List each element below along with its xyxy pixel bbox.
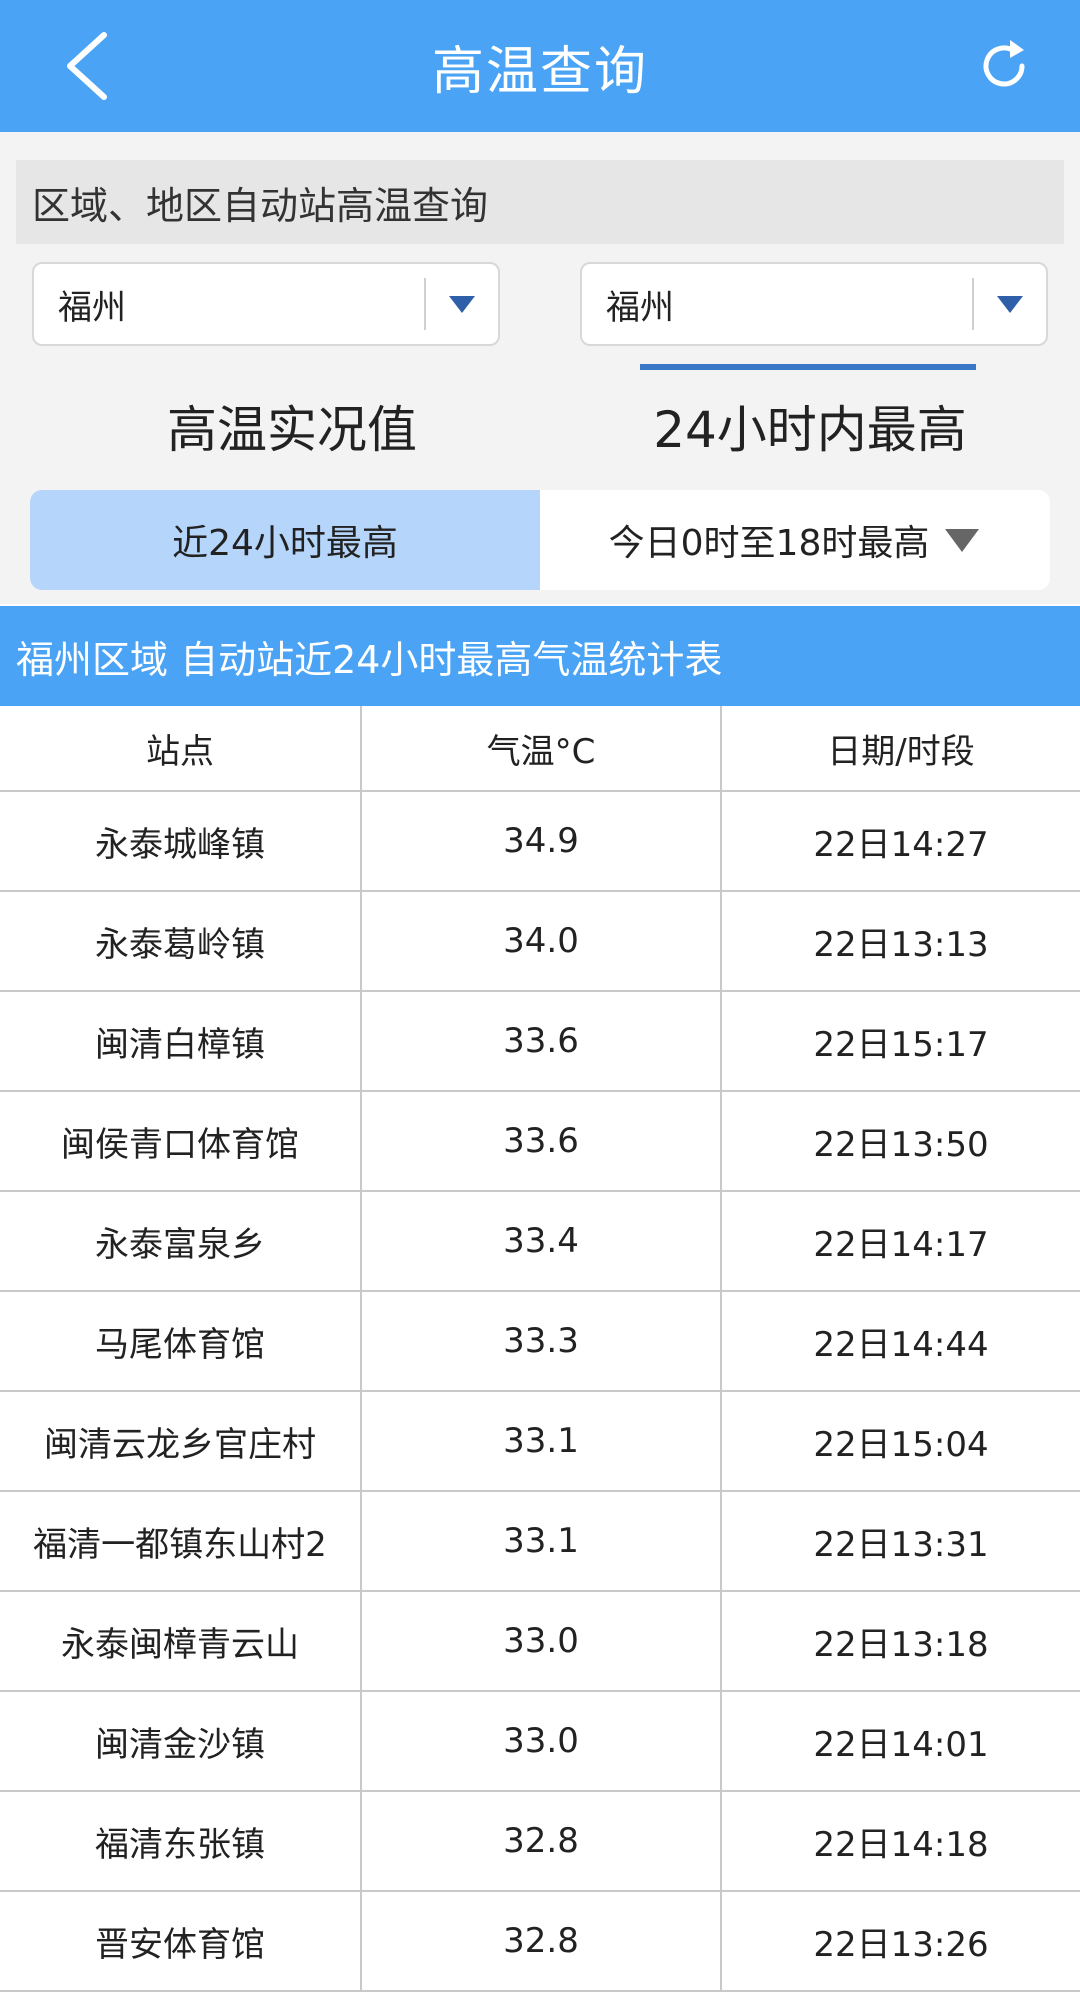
table-row[interactable]: 闽清云龙乡官庄村 33.1 22日15:04 — [0, 1392, 1080, 1492]
station-cell: 闽清白樟镇 — [0, 992, 362, 1090]
tab-realtime-high-temp[interactable]: 高温实况值 — [92, 370, 492, 482]
datetime-cell: 22日14:01 — [813, 1724, 989, 1765]
temperature-table: 站点 气温°C 日期/时段 永泰城峰镇 34.9 22日14:27 永泰葛岭镇 … — [0, 706, 1080, 1992]
subtab-label: 今日0时至18时最高 — [608, 523, 930, 564]
triangle-down-icon — [974, 262, 1046, 346]
region-select[interactable]: 福州 — [32, 262, 500, 346]
temperature-cell: 33.6 — [362, 992, 722, 1090]
station-cell: 马尾体育馆 — [0, 1292, 362, 1390]
refresh-button[interactable] — [968, 30, 1040, 102]
region-select-value: 福州 — [58, 287, 126, 328]
station-cell: 福清一都镇东山村2 — [0, 1492, 362, 1590]
datetime-cell: 22日14:27 — [813, 824, 989, 865]
column-header-station: 站点 — [0, 706, 362, 790]
subtab-last-24h-max[interactable]: 近24小时最高 — [30, 490, 540, 590]
table-row[interactable]: 永泰闽樟青云山 33.0 22日13:18 — [0, 1592, 1080, 1692]
datetime-cell: 22日15:04 — [813, 1424, 989, 1465]
table-row[interactable]: 马尾体育馆 33.3 22日14:44 — [0, 1292, 1080, 1392]
triangle-down-icon — [943, 526, 981, 554]
station-cell: 闽清金沙镇 — [0, 1692, 362, 1790]
temperature-cell: 33.1 — [362, 1392, 722, 1490]
refresh-icon — [983, 40, 1025, 87]
datetime-cell: 22日13:31 — [813, 1524, 989, 1565]
column-header-temperature: 气温°C — [362, 706, 722, 790]
area-select-value: 福州 — [606, 287, 674, 328]
table-row[interactable]: 闽清金沙镇 33.0 22日14:01 — [0, 1692, 1080, 1792]
temperature-cell: 33.4 — [362, 1192, 722, 1290]
temperature-cell: 33.3 — [362, 1292, 722, 1390]
datetime-cell: 22日14:18 — [813, 1824, 989, 1865]
chevron-left-icon — [67, 32, 107, 100]
table-title: 福州区域 自动站近24小时最高气温统计表 — [0, 606, 1080, 706]
tab-24h-max[interactable]: 24小时内最高 — [620, 370, 1000, 482]
table-row[interactable]: 永泰葛岭镇 34.0 22日13:13 — [0, 892, 1080, 992]
temperature-cell: 34.0 — [362, 892, 722, 990]
temperature-cell: 34.9 — [362, 792, 722, 890]
temperature-cell: 33.0 — [362, 1592, 722, 1690]
temperature-cell: 33.1 — [362, 1492, 722, 1590]
station-cell: 福清东张镇 — [0, 1792, 362, 1890]
table-header-row: 站点 气温°C 日期/时段 — [0, 706, 1080, 792]
station-cell: 闽侯青口体育馆 — [0, 1092, 362, 1190]
datetime-cell: 22日13:26 — [813, 1924, 989, 1965]
page-title: 高温查询 — [431, 41, 648, 102]
station-cell: 闽清云龙乡官庄村 — [0, 1392, 362, 1490]
table-row[interactable]: 闽侯青口体育馆 33.6 22日13:50 — [0, 1092, 1080, 1192]
period-subtabs: 近24小时最高 今日0时至18时最高 — [30, 490, 1050, 590]
temperature-cell: 33.0 — [362, 1692, 722, 1790]
datetime-cell: 22日14:17 — [813, 1224, 989, 1265]
column-header-datetime: 日期/时段 — [827, 731, 975, 772]
station-cell: 永泰富泉乡 — [0, 1192, 362, 1290]
station-cell: 晋安体育馆 — [0, 1892, 362, 1990]
section-label: 区域、地区自动站高温查询 — [16, 160, 1064, 244]
mode-tabs: 高温实况值 24小时内最高 — [0, 370, 1080, 482]
table-row[interactable]: 永泰富泉乡 33.4 22日14:17 — [0, 1192, 1080, 1292]
datetime-cell: 22日13:18 — [813, 1624, 989, 1665]
subtab-label: 近24小时最高 — [172, 523, 398, 564]
temperature-cell: 33.6 — [362, 1092, 722, 1190]
datetime-cell: 22日14:44 — [813, 1324, 989, 1365]
active-tab-underline — [640, 364, 976, 370]
high-temperature-query-page: 高温查询 区域、地区自动站高温查询 福州 福州 高温实况值 24小时内最高 近2… — [0, 0, 1080, 2012]
temperature-cell: 32.8 — [362, 1792, 722, 1890]
datetime-cell: 22日13:50 — [813, 1124, 989, 1165]
temperature-cell: 32.8 — [362, 1892, 722, 1990]
station-cell: 永泰闽樟青云山 — [0, 1592, 362, 1690]
datetime-cell: 22日15:17 — [813, 1024, 989, 1065]
table-row[interactable]: 福清一都镇东山村2 33.1 22日13:31 — [0, 1492, 1080, 1592]
app-header: 高温查询 — [0, 0, 1080, 132]
table-row[interactable]: 闽清白樟镇 33.6 22日15:17 — [0, 992, 1080, 1092]
back-button[interactable] — [52, 26, 122, 106]
subtab-today-0-18-max[interactable]: 今日0时至18时最高 — [540, 490, 1050, 590]
table-row[interactable]: 永泰城峰镇 34.9 22日14:27 — [0, 792, 1080, 892]
triangle-down-icon — [426, 262, 498, 346]
station-cell: 永泰葛岭镇 — [0, 892, 362, 990]
datetime-cell: 22日13:13 — [813, 924, 989, 965]
table-row[interactable]: 福清东张镇 32.8 22日14:18 — [0, 1792, 1080, 1892]
area-select[interactable]: 福州 — [580, 262, 1048, 346]
station-cell: 永泰城峰镇 — [0, 792, 362, 890]
table-row[interactable]: 晋安体育馆 32.8 22日13:26 — [0, 1892, 1080, 1992]
